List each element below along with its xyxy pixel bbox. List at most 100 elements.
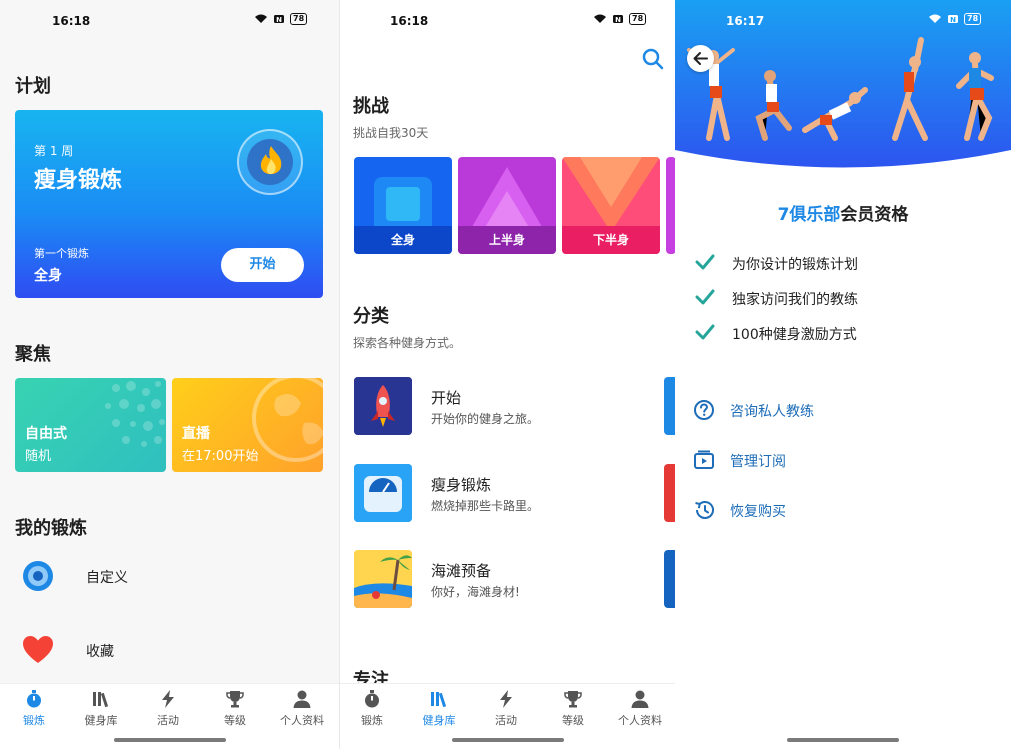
link-label: 咨询私人教练 (730, 404, 814, 420)
library-icon (431, 692, 447, 708)
nav-label: 活动 (495, 714, 517, 727)
benefit-text: 100种健身激励方式 (732, 327, 857, 343)
category-title: 开始 (431, 389, 462, 407)
nfc-icon: N (948, 15, 958, 24)
category-subtitle: 你好，海滩身材! (431, 585, 520, 599)
trophy-icon (226, 691, 244, 708)
plan-heading: 计划 (15, 76, 51, 97)
custom-workout-item[interactable]: 自定义 (0, 546, 339, 606)
stopwatch-icon (27, 690, 41, 708)
nav-level[interactable]: 等级 (205, 689, 265, 728)
home-indicator (113, 738, 226, 742)
nfc-icon: N (613, 15, 623, 24)
focus-heading: 聚焦 (15, 344, 51, 365)
wifi-icon (255, 14, 267, 23)
nav-library[interactable]: 健身库 (71, 689, 131, 728)
nav-workout[interactable]: 锻炼 (4, 689, 64, 728)
nav-profile[interactable]: 个人资料 (610, 689, 670, 728)
person-icon (293, 690, 311, 708)
category-subtitle: 探索各种健身方式。 (353, 336, 462, 350)
benefit-item: 独家访问我们的教练 (695, 286, 995, 310)
bottom-nav: 锻炼 健身库 活动 等级 个人资料 (0, 683, 339, 749)
status-bar: 16:18 N 78 (340, 0, 675, 42)
club-name: 7俱乐部 (777, 205, 841, 225)
rocket-icon (354, 377, 412, 435)
check-icon (695, 324, 715, 340)
svg-text:N: N (950, 16, 956, 24)
manage-subscription-link[interactable]: 管理订阅 (693, 447, 993, 473)
nav-activity[interactable]: 活动 (138, 689, 198, 728)
focus-card-subtitle: 在17:00开始 (182, 449, 259, 464)
challenge-card-label: 上半身 (458, 226, 556, 254)
category-subtitle: 开始你的健身之旅。 (431, 412, 540, 426)
status-time: 16:18 (52, 14, 91, 28)
challenge-card-label: 全身 (354, 226, 452, 254)
nav-label: 锻炼 (23, 714, 45, 727)
nav-label: 健身库 (422, 714, 456, 727)
nav-label: 等级 (562, 714, 584, 727)
stopwatch-icon (365, 690, 379, 708)
person-icon (631, 690, 649, 708)
focus-card-freestyle[interactable]: 自由式 随机 (15, 378, 166, 472)
back-button[interactable] (687, 45, 714, 72)
nav-label: 锻炼 (361, 714, 383, 727)
bolt-icon (500, 690, 512, 708)
category-item-start[interactable]: 开始 开始你的健身之旅。 (354, 377, 675, 437)
challenge-heading: 挑战 (353, 96, 389, 117)
challenge-card-peek[interactable] (666, 157, 675, 254)
category-item-slim[interactable]: 瘦身锻炼 燃烧掉那些卡路里。 (354, 464, 675, 524)
wifi-icon (929, 14, 941, 23)
trophy-icon (564, 691, 582, 708)
nav-label: 个人资料 (280, 714, 324, 727)
library-icon (93, 692, 109, 708)
arrow-left-icon (693, 52, 708, 65)
membership-label: 会员资格 (840, 205, 909, 225)
challenge-subtitle: 挑战自我30天 (353, 126, 429, 140)
check-icon (695, 289, 715, 305)
focus-card-live[interactable]: 直播 在17:00开始 (172, 378, 323, 472)
link-label: 恢复购买 (730, 504, 786, 520)
plan-week: 第 1 周 (34, 144, 74, 158)
workout-screen: 16:18 N 78 计划 第 1 周 瘦身锻炼 第一个锻炼 全身 开始 聚焦 (0, 0, 339, 749)
plan-card[interactable]: 第 1 周 瘦身锻炼 第一个锻炼 全身 开始 (15, 110, 323, 298)
benefit-item: 100种健身激励方式 (695, 321, 995, 345)
first-workout-label: 第一个锻炼 (34, 247, 89, 260)
start-button[interactable]: 开始 (221, 248, 304, 282)
benefit-item: 为你设计的锻炼计划 (695, 251, 995, 275)
bottom-nav: 锻炼 健身库 活动 等级 个人资料 (340, 683, 675, 749)
nfc-icon: N (274, 15, 284, 24)
subscription-icon (694, 450, 714, 469)
first-workout-name: 全身 (34, 268, 62, 284)
focus-card-title: 自由式 (25, 426, 67, 442)
battery-indicator: 78 (964, 13, 982, 25)
search-icon[interactable] (642, 48, 664, 70)
consult-trainer-link[interactable]: 咨询私人教练 (693, 397, 993, 423)
wifi-icon (594, 14, 606, 23)
nav-level[interactable]: 等级 (543, 689, 603, 728)
nav-library[interactable]: 健身库 (409, 689, 469, 728)
fire-badge-icon (237, 129, 303, 195)
battery-indicator: 78 (629, 13, 647, 25)
category-item-beach[interactable]: 海滩预备 你好，海滩身材! (354, 550, 675, 610)
nav-label: 个人资料 (618, 714, 662, 727)
home-indicator (451, 738, 564, 742)
challenge-card-lower[interactable]: 下半身 (562, 157, 660, 254)
benefit-text: 为你设计的锻炼计划 (732, 257, 858, 273)
target-icon (23, 561, 53, 591)
nav-profile[interactable]: 个人资料 (272, 689, 332, 728)
challenge-card-fullbody[interactable]: 全身 (354, 157, 452, 254)
challenge-card-upper[interactable]: 上半身 (458, 157, 556, 254)
restore-purchase-link[interactable]: 恢复购买 (693, 497, 993, 523)
favorites-item[interactable]: 收藏 (0, 620, 339, 680)
carousel-peek (664, 377, 675, 435)
nav-workout[interactable]: 锻炼 (342, 689, 402, 728)
membership-screen: 16:17 N 78 7俱乐部会员资格 为你设计的锻炼计划 独家访问我们的教练 … (675, 0, 1011, 749)
dots-pattern-icon (105, 381, 165, 447)
status-bar: 16:18 N 78 (0, 0, 339, 42)
benefit-text: 独家访问我们的教练 (732, 292, 858, 308)
check-icon (695, 254, 715, 270)
help-circle-icon (694, 400, 714, 420)
carousel-peek (664, 464, 675, 522)
nav-activity[interactable]: 活动 (476, 689, 536, 728)
status-time: 16:17 (726, 14, 765, 28)
